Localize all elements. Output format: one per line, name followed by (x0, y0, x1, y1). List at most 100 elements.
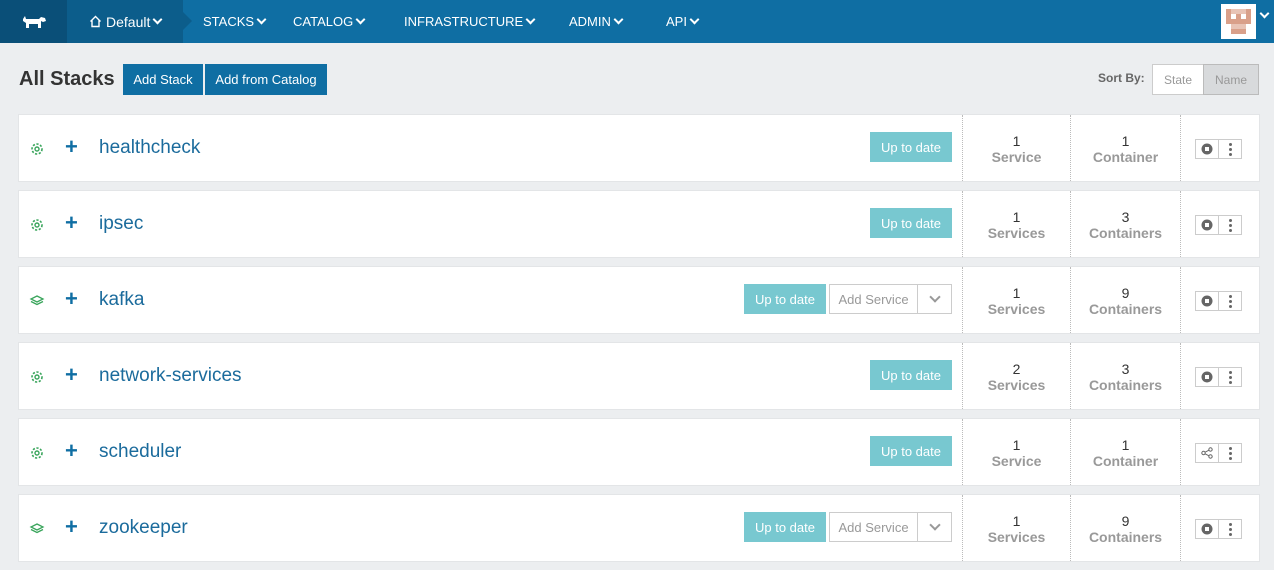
rancher-logo[interactable] (0, 0, 67, 43)
status-badge: Up to date (744, 284, 826, 314)
stack-name[interactable]: ipsec (99, 213, 143, 235)
stack-name[interactable]: zookeeper (99, 517, 188, 539)
status-badge: Up to date (870, 360, 952, 390)
more-actions-button[interactable] (1218, 139, 1242, 159)
containers-unit: Containers (1088, 377, 1163, 393)
chevron-down-icon (613, 14, 624, 25)
nav-label: STACKS (203, 14, 255, 29)
more-actions-button[interactable] (1218, 291, 1242, 311)
services-number: 1 (1012, 285, 1021, 301)
nav-catalog[interactable]: CATALOG (293, 0, 366, 43)
add-from-catalog-button[interactable]: Add from Catalog (205, 64, 327, 95)
add-service-dropdown[interactable] (917, 284, 952, 314)
stack-name[interactable]: healthcheck (99, 137, 200, 159)
services-unit: Services (987, 301, 1046, 317)
stack-name[interactable]: kafka (99, 289, 144, 311)
status-badge: Up to date (744, 512, 826, 542)
nav-label: INFRASTRUCTURE (404, 14, 524, 29)
services-count: 1 Service (962, 419, 1070, 485)
stop-icon (1201, 143, 1213, 155)
containers-number: 1 (1121, 437, 1130, 453)
chevron-down-icon (355, 14, 366, 25)
stop-icon (1201, 371, 1213, 383)
vertical-dots-icon (1228, 370, 1232, 384)
stack-row: + network-services Up to date 2 Services … (18, 342, 1260, 410)
sort-name-button[interactable]: Name (1203, 64, 1259, 95)
stop-button[interactable] (1195, 215, 1219, 235)
expand-icon[interactable]: + (65, 212, 78, 234)
stop-button[interactable] (1195, 367, 1219, 387)
gear-icon (31, 447, 43, 459)
chevron-down-icon[interactable] (1259, 8, 1270, 19)
vertical-dots-icon (1228, 142, 1232, 156)
containers-count: 9 Containers (1070, 267, 1180, 333)
nav-stacks[interactable]: STACKS (203, 0, 267, 43)
expand-icon[interactable]: + (65, 136, 78, 158)
services-count: 1 Services (962, 191, 1070, 257)
containers-count: 3 Containers (1070, 191, 1180, 257)
chevron-down-icon (256, 14, 267, 25)
expand-icon[interactable]: + (65, 516, 78, 538)
stack-row: + healthcheck Up to date 1 Service 1 Conta… (18, 114, 1260, 182)
services-number: 2 (1012, 361, 1021, 377)
row-actions (1180, 191, 1259, 257)
services-unit: Services (987, 377, 1046, 393)
vertical-dots-icon (1228, 522, 1232, 536)
row-actions (1180, 419, 1259, 485)
nav-api[interactable]: API (666, 0, 700, 43)
services-unit: Service (991, 149, 1042, 165)
services-number: 1 (1012, 209, 1021, 225)
add-service-button[interactable]: Add Service (829, 284, 918, 314)
expand-icon[interactable]: + (65, 364, 78, 386)
environment-switcher[interactable]: Default (67, 0, 192, 43)
chevron-down-icon (525, 14, 536, 25)
services-number: 1 (1012, 133, 1021, 149)
more-actions-button[interactable] (1218, 215, 1242, 235)
row-actions (1180, 343, 1259, 409)
containers-unit: Containers (1088, 529, 1163, 545)
stop-icon (1201, 295, 1213, 307)
services-count: 1 Service (962, 115, 1070, 181)
stack-name[interactable]: network-services (99, 365, 242, 387)
layers-icon (29, 295, 45, 306)
containers-unit: Container (1092, 453, 1159, 469)
stack-name[interactable]: scheduler (99, 441, 181, 463)
nav-label: CATALOG (293, 14, 354, 29)
vertical-dots-icon (1228, 218, 1232, 232)
nav-label: API (666, 14, 687, 29)
containers-number: 9 (1121, 513, 1130, 529)
chevron-down-icon (928, 291, 941, 303)
containers-number: 3 (1121, 361, 1130, 377)
nav-infrastructure[interactable]: INFRASTRUCTURE (404, 0, 536, 43)
add-stack-button[interactable]: Add Stack (123, 64, 203, 95)
stop-button[interactable] (1195, 519, 1219, 539)
nav-label: ADMIN (569, 14, 611, 29)
status-badge: Up to date (870, 132, 952, 162)
services-number: 1 (1012, 513, 1021, 529)
containers-unit: Container (1092, 149, 1159, 165)
expand-icon[interactable]: + (65, 440, 78, 462)
row-actions (1180, 495, 1259, 561)
more-actions-button[interactable] (1218, 519, 1242, 539)
services-count: 1 Services (962, 495, 1070, 561)
expand-icon[interactable]: + (65, 288, 78, 310)
services-unit: Services (987, 225, 1046, 241)
containers-number: 1 (1121, 133, 1130, 149)
nav-admin[interactable]: ADMIN (569, 0, 624, 43)
user-avatar[interactable] (1221, 4, 1256, 39)
stack-row: + kafka Up to date Add Service 1 Services… (18, 266, 1260, 334)
page-title: All Stacks (19, 68, 115, 90)
services-unit: Services (987, 529, 1046, 545)
environment-name: Default (106, 13, 151, 30)
add-service-button[interactable]: Add Service (829, 512, 918, 542)
more-actions-button[interactable] (1218, 443, 1242, 463)
services-count: 1 Services (962, 267, 1070, 333)
add-service-dropdown[interactable] (917, 512, 952, 542)
stop-button[interactable] (1195, 291, 1219, 311)
stop-button[interactable] (1195, 139, 1219, 159)
share-button[interactable] (1195, 443, 1219, 463)
containers-number: 3 (1121, 209, 1130, 225)
sort-state-button[interactable]: State (1152, 64, 1204, 95)
stack-row: + ipsec Up to date 1 Services 3 Containers (18, 190, 1260, 258)
more-actions-button[interactable] (1218, 367, 1242, 387)
